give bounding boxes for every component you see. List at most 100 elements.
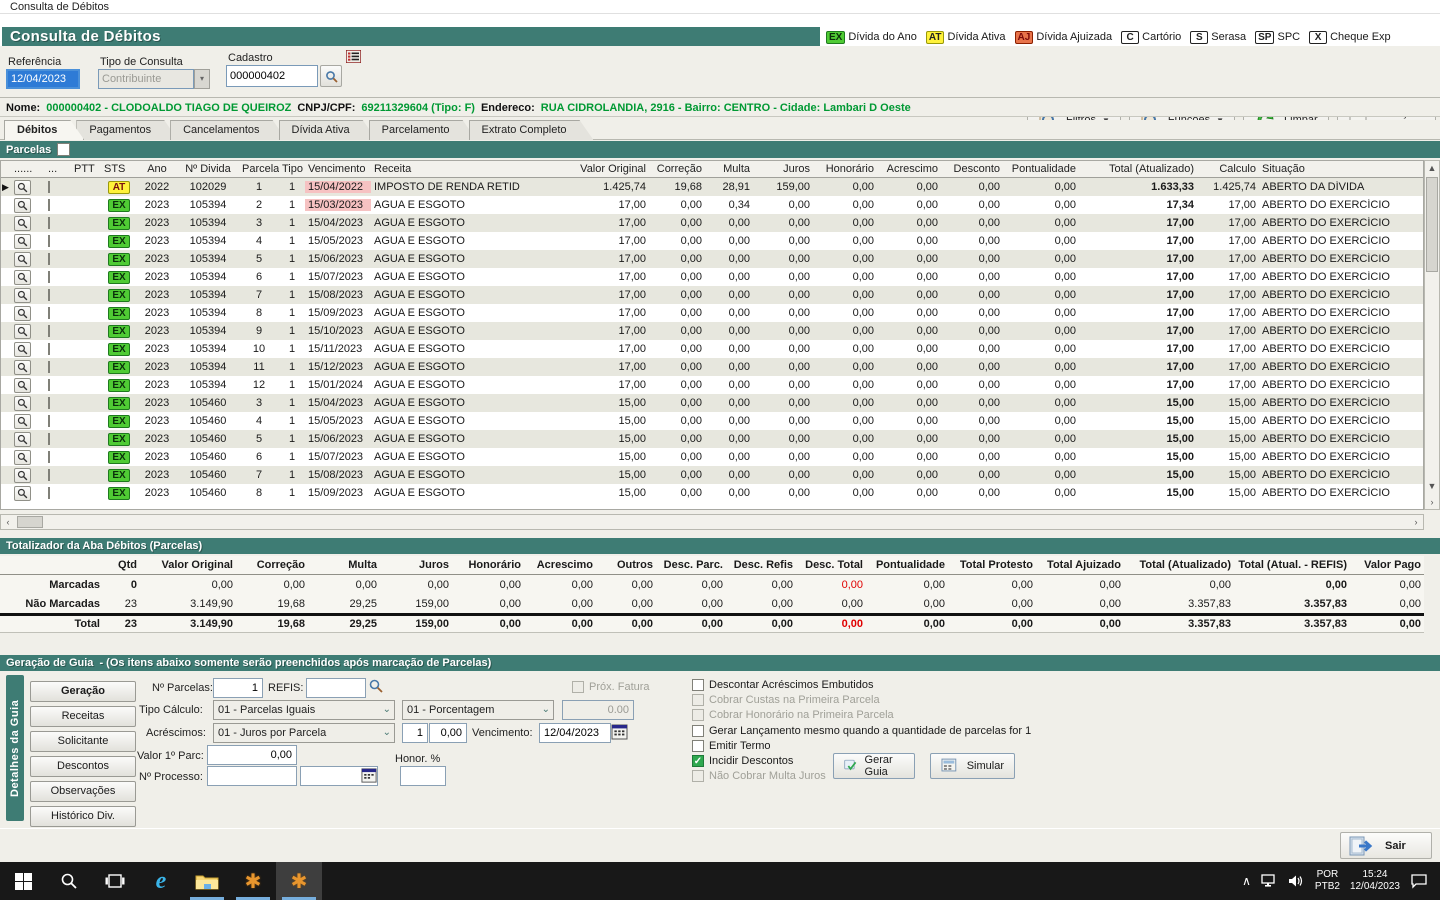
- guia-checkbox-7[interactable]: [692, 770, 704, 783]
- honor-input[interactable]: [400, 766, 446, 786]
- row-magnifier-button[interactable]: [14, 323, 31, 339]
- table-row[interactable]: EX 2023 105460 8 1 15/09/2023 AGUA E ESGOTO 15,…: [1, 484, 1423, 502]
- table-row[interactable]: EX 2023 105394 5 1 15/06/2023 AGUA E ESGOTO 17,…: [1, 250, 1423, 268]
- column-header[interactable]: Parcela: [239, 163, 279, 175]
- guia-checkbox-row-1[interactable]: Descontar Acréscimos Embutidos: [692, 678, 873, 692]
- table-row[interactable]: ▶ AT 2022 102029 1 1 15/04/2022 IMPOSTO DE REND…: [1, 178, 1423, 196]
- column-header[interactable]: PTT: [71, 163, 101, 175]
- row-checkbox[interactable]: [48, 289, 50, 301]
- row-checkbox[interactable]: [48, 325, 50, 337]
- row-magnifier-button[interactable]: [14, 215, 31, 231]
- start-button[interactable]: [0, 862, 46, 900]
- row-checkbox[interactable]: [48, 433, 50, 445]
- table-row[interactable]: EX 2023 105394 4 1 15/05/2023 AGUA E ESGOTO 17,…: [1, 232, 1423, 250]
- column-header[interactable]: Tipo: [279, 163, 305, 175]
- refis-search-icon[interactable]: [368, 678, 384, 697]
- column-header[interactable]: Correção: [649, 163, 705, 175]
- clock[interactable]: 15:24 12/04/2023: [1350, 869, 1400, 893]
- notification-icon[interactable]: [1410, 873, 1428, 889]
- porcentagem-input[interactable]: [562, 700, 634, 720]
- taskbar-search-button[interactable]: [46, 862, 92, 900]
- network-icon[interactable]: [1261, 874, 1278, 888]
- language-indicator[interactable]: POR PTB2: [1315, 869, 1340, 893]
- row-checkbox[interactable]: [48, 235, 50, 247]
- column-header[interactable]: Honorário: [813, 163, 877, 175]
- column-header[interactable]: Pontualidade: [1003, 163, 1079, 175]
- horizontal-scroll-thumb[interactable]: [17, 516, 43, 528]
- table-row[interactable]: EX 2023 105394 8 1 15/09/2023 AGUA E ESGOTO 17,…: [1, 304, 1423, 322]
- tab-d-bitos[interactable]: Débitos: [4, 120, 84, 140]
- row-checkbox[interactable]: [48, 271, 50, 283]
- guia-checkbox-row-6[interactable]: ✓ Incidir Descontos: [692, 754, 793, 768]
- refis-input[interactable]: [306, 678, 366, 698]
- app-window-1-button[interactable]: ✱: [230, 862, 276, 900]
- table-row[interactable]: EX 2023 105394 3 1 15/04/2023 AGUA E ESGOTO 17,…: [1, 214, 1423, 232]
- internet-explorer-button[interactable]: e: [138, 862, 184, 900]
- row-checkbox[interactable]: [48, 379, 50, 391]
- row-magnifier-button[interactable]: [14, 251, 31, 267]
- row-magnifier-button[interactable]: [14, 485, 31, 501]
- row-checkbox[interactable]: [48, 343, 50, 355]
- table-row[interactable]: EX 2023 105460 3 1 15/04/2023 AGUA E ESGOTO 15,…: [1, 394, 1423, 412]
- tab-cancelamentos[interactable]: Cancelamentos: [170, 120, 286, 140]
- table-vertical-scrollbar[interactable]: ▲ ▼ ›: [1424, 160, 1440, 510]
- scroll-left-icon[interactable]: ‹: [1, 515, 15, 529]
- row-magnifier-button[interactable]: [14, 233, 31, 249]
- tipo-calculo-select[interactable]: 01 - Parcelas Iguais: [213, 700, 395, 720]
- prox-fatura-checkbox[interactable]: [572, 681, 584, 693]
- table-row[interactable]: EX 2023 105394 6 1 15/07/2023 AGUA E ESGOTO 17,…: [1, 268, 1423, 286]
- tab-extrato-completo[interactable]: Extrato Completo: [469, 120, 594, 140]
- guia-checkbox-2[interactable]: [692, 694, 704, 707]
- guia-checkbox-row-3[interactable]: Cobrar Honorário na Primeira Parcela: [692, 708, 894, 722]
- cadastro-search-button[interactable]: [320, 65, 342, 87]
- scroll-right-icon2[interactable]: ›: [1425, 495, 1439, 509]
- guia-checkbox-1[interactable]: [692, 679, 704, 691]
- file-explorer-button[interactable]: [184, 862, 230, 900]
- row-magnifier-button[interactable]: [14, 305, 31, 321]
- processo-input[interactable]: [207, 766, 297, 786]
- guia-checkbox-4[interactable]: [692, 724, 704, 737]
- row-magnifier-button[interactable]: [14, 395, 31, 411]
- row-magnifier-button[interactable]: [14, 179, 31, 195]
- row-magnifier-button[interactable]: [14, 269, 31, 285]
- row-checkbox[interactable]: [48, 217, 50, 229]
- table-horizontal-scrollbar[interactable]: ‹ ›: [0, 514, 1424, 530]
- row-checkbox[interactable]: [48, 361, 50, 373]
- table-row[interactable]: EX 2023 105460 7 1 15/08/2023 AGUA E ESGOTO 15,…: [1, 466, 1423, 484]
- row-magnifier-button[interactable]: [14, 449, 31, 465]
- column-header[interactable]: Juros: [753, 163, 813, 175]
- row-magnifier-button[interactable]: [14, 359, 31, 375]
- tray-chevron-icon[interactable]: ∧: [1242, 874, 1251, 888]
- porcentagem-select[interactable]: 01 - Porcentagem: [402, 700, 554, 720]
- gerar-guia-button[interactable]: Gerar Guia: [833, 753, 915, 779]
- column-header[interactable]: Total (Atualizado): [1079, 163, 1197, 175]
- row-magnifier-button[interactable]: [14, 377, 31, 393]
- row-magnifier-button[interactable]: [14, 197, 31, 213]
- tipo-consulta-input[interactable]: [98, 69, 194, 89]
- table-row[interactable]: EX 2023 105394 7 1 15/08/2023 AGUA E ESGOTO 17,…: [1, 286, 1423, 304]
- row-checkbox[interactable]: [48, 487, 50, 499]
- table-row[interactable]: EX 2023 105394 2 1 15/03/2023 AGUA E ESGOTO 17,…: [1, 196, 1423, 214]
- cadastro-input[interactable]: [226, 65, 318, 87]
- row-magnifier-button[interactable]: [14, 413, 31, 429]
- prox-fatura-checkbox-row[interactable]: Próx. Fatura: [572, 680, 650, 694]
- row-checkbox[interactable]: [48, 199, 50, 211]
- tab-parcelamento[interactable]: Parcelamento: [369, 120, 477, 140]
- row-magnifier-button[interactable]: [14, 287, 31, 303]
- column-header[interactable]: Situação: [1259, 163, 1423, 175]
- vencimento-input[interactable]: [539, 723, 611, 743]
- guia-checkbox-3[interactable]: [692, 709, 704, 722]
- table-row[interactable]: EX 2023 105394 9 1 15/10/2023 AGUA E ESGOTO 17,…: [1, 322, 1423, 340]
- parcelas-select-all-checkbox[interactable]: [57, 143, 71, 156]
- column-header[interactable]: ......: [11, 163, 45, 175]
- row-magnifier-button[interactable]: [14, 431, 31, 447]
- row-checkbox[interactable]: [48, 253, 50, 265]
- column-header[interactable]: STS: [101, 163, 137, 175]
- table-row[interactable]: EX 2023 105460 5 1 15/06/2023 AGUA E ESGOTO 15,…: [1, 430, 1423, 448]
- scroll-up-icon[interactable]: ▲: [1425, 161, 1439, 175]
- guia-button-gera-o[interactable]: Geração: [30, 681, 136, 702]
- table-row[interactable]: EX 2023 105394 10 1 15/11/2023 AGUA E ESGOTO 17…: [1, 340, 1423, 358]
- guia-checkbox-row-5[interactable]: Emitir Termo: [692, 739, 771, 753]
- row-checkbox[interactable]: [48, 307, 50, 319]
- guia-checkbox-5[interactable]: [692, 739, 704, 752]
